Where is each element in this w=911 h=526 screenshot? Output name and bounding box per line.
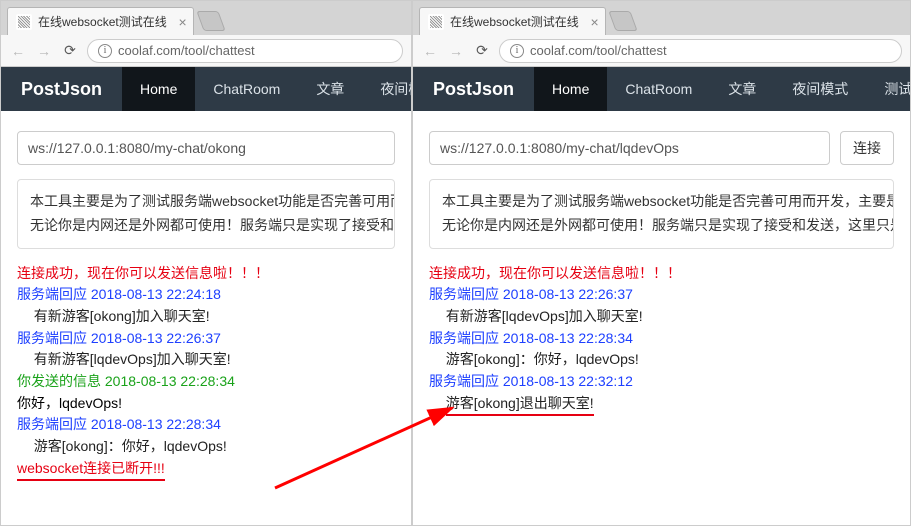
desc-line: 本工具主要是为了测试服务端websocket功能是否完善可用而开发 [30,190,382,214]
nav-chatroom[interactable]: ChatRoom [607,67,710,111]
log-line: 游客[okong]退出聊天室! [429,393,894,417]
reload-icon[interactable]: ⟳ [473,42,491,60]
nav-home[interactable]: Home [122,67,195,111]
ws-input-row: 连接 [429,131,894,165]
browser-window-left: 在线websocket测试在线 × ← → ⟳ i coolaf.com/too… [0,0,412,526]
close-tab-icon[interactable]: × [591,14,599,30]
back-icon[interactable]: ← [421,42,439,60]
address-bar[interactable]: i coolaf.com/tool/chattest [87,39,403,63]
site-nav: PostJson Home ChatRoom 文章 夜间模式 [1,67,411,111]
log-line: 服务端回应 2018-08-13 22:28:34 [17,414,395,436]
new-tab-button[interactable] [608,11,637,31]
log-line: 服务端回应 2018-08-13 22:24:18 [17,284,395,306]
log-highlight: 游客[okong]退出聊天室! [446,393,594,417]
new-tab-button[interactable] [196,11,225,31]
url-text: coolaf.com/tool/chattest [530,43,667,58]
log-line: 游客[okong]：你好，lqdevOps! [17,436,395,458]
log-line: 有新游客[lqdevOps]加入聊天室! [17,349,395,371]
log-line: 你发送的信息 2018-08-13 22:28:34 [17,371,395,393]
nav-night[interactable]: 夜间模式 [774,67,866,111]
log-highlight: websocket连接已断开!!! [17,458,165,482]
desc-line: 无论你是内网还是外网都可使用！服务端只是实现了接受和发送 [30,214,382,238]
log-line: 服务端回应 2018-08-13 22:26:37 [429,284,894,306]
brand-logo[interactable]: PostJson [413,67,534,111]
nav-article[interactable]: 文章 [710,67,774,111]
tool-description: 本工具主要是为了测试服务端websocket功能是否完善可用而开发 无论你是内网… [17,179,395,249]
site-nav: PostJson Home ChatRoom 文章 夜间模式 测试工具 [413,67,910,111]
log-line: 服务端回应 2018-08-13 22:32:12 [429,371,894,393]
nav-tools[interactable]: 测试工具 [866,67,910,111]
forward-icon[interactable]: → [35,42,53,60]
nav-article[interactable]: 文章 [298,67,362,111]
browser-tab[interactable]: 在线websocket测试在线 × [7,7,194,35]
brand-logo[interactable]: PostJson [1,67,122,111]
reload-icon[interactable]: ⟳ [61,42,79,60]
log-line: 服务端回应 2018-08-13 22:26:37 [17,328,395,350]
message-log: 连接成功，现在你可以发送信息啦！！！ 服务端回应 2018-08-13 22:2… [17,263,395,482]
address-row: ← → ⟳ i coolaf.com/tool/chattest [1,35,411,67]
log-line: websocket连接已断开!!! [17,458,395,482]
page-body: 连接 本工具主要是为了测试服务端websocket功能是否完善可用而开发，主要是… [413,111,910,426]
browser-tab[interactable]: 在线websocket测试在线 × [419,7,606,35]
nav-chatroom[interactable]: ChatRoom [195,67,298,111]
tab-title: 在线websocket测试在线 [450,13,579,30]
log-line: 有新游客[lqdevOps]加入聊天室! [429,306,894,328]
address-bar[interactable]: i coolaf.com/tool/chattest [499,39,902,63]
page-body: 本工具主要是为了测试服务端websocket功能是否完善可用而开发 无论你是内网… [1,111,411,491]
log-line: 服务端回应 2018-08-13 22:28:34 [429,328,894,350]
ws-input-row [17,131,395,165]
connect-button[interactable]: 连接 [840,131,894,165]
tab-bar: 在线websocket测试在线 × [413,1,910,35]
back-icon[interactable]: ← [9,42,27,60]
desc-line: 本工具主要是为了测试服务端websocket功能是否完善可用而开发，主要是相 [442,190,881,214]
message-log: 连接成功，现在你可以发送信息啦！！！ 服务端回应 2018-08-13 22:2… [429,263,894,417]
log-line: 有新游客[okong]加入聊天室! [17,306,395,328]
nav-home[interactable]: Home [534,67,607,111]
address-row: ← → ⟳ i coolaf.com/tool/chattest [413,35,910,67]
site-info-icon[interactable]: i [510,44,524,58]
forward-icon[interactable]: → [447,42,465,60]
nav-night[interactable]: 夜间模式 [362,67,411,111]
tool-description: 本工具主要是为了测试服务端websocket功能是否完善可用而开发，主要是相 无… [429,179,894,249]
log-line: 连接成功，现在你可以发送信息啦！！！ [17,263,395,285]
url-text: coolaf.com/tool/chattest [118,43,255,58]
ws-url-input[interactable] [429,131,830,165]
favicon-icon [16,14,32,30]
log-line: 游客[okong]：你好，lqdevOps! [429,349,894,371]
ws-url-input[interactable] [17,131,395,165]
tab-bar: 在线websocket测试在线 × [1,1,411,35]
tab-title: 在线websocket测试在线 [38,13,167,30]
browser-window-right: 在线websocket测试在线 × ← → ⟳ i coolaf.com/too… [412,0,911,526]
site-info-icon[interactable]: i [98,44,112,58]
close-tab-icon[interactable]: × [179,14,187,30]
favicon-icon [428,14,444,30]
desc-line: 无论你是内网还是外网都可使用！服务端只是实现了接受和发送，这里只是测 [442,214,881,238]
log-line: 你好，lqdevOps! [17,393,395,415]
log-line: 连接成功，现在你可以发送信息啦！！！ [429,263,894,285]
